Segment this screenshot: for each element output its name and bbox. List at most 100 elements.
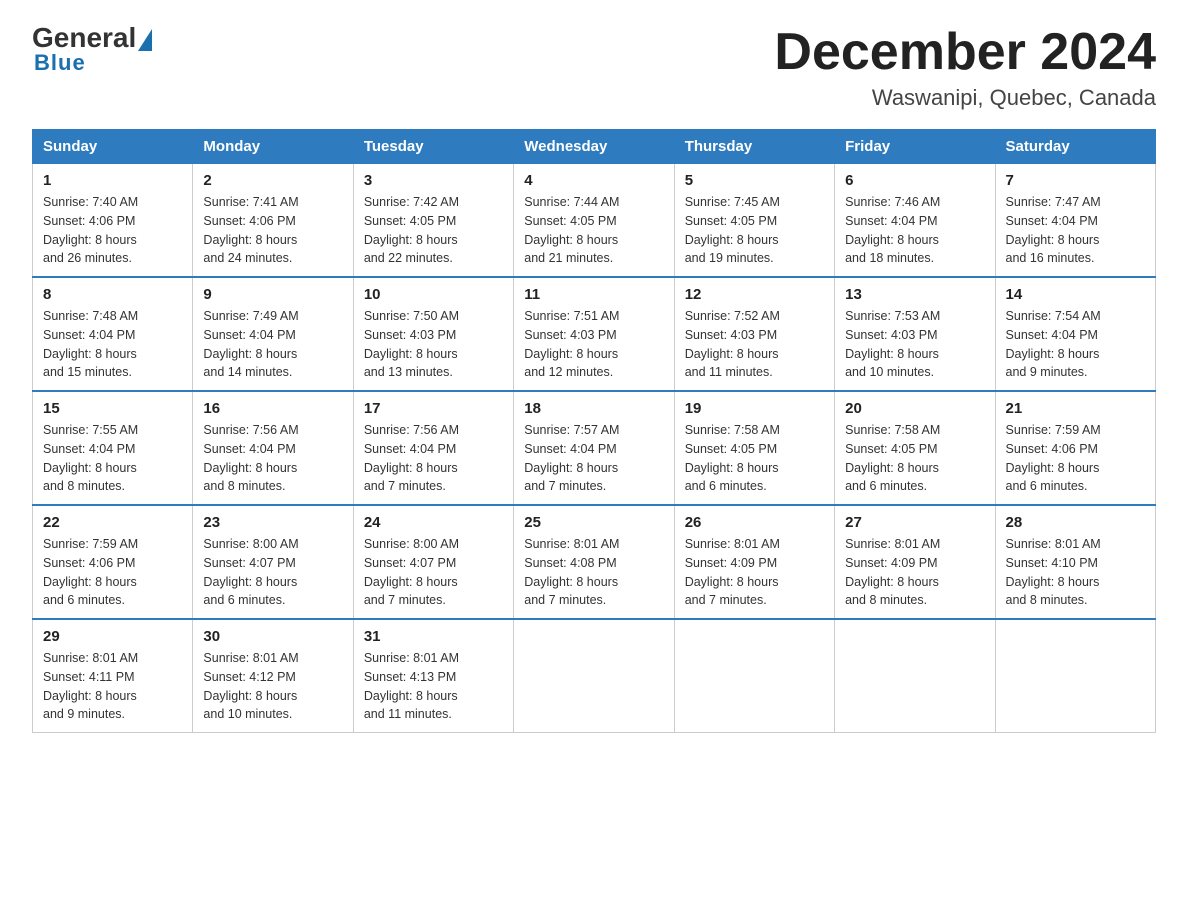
day-info: Sunrise: 8:01 AMSunset: 4:08 PMDaylight:… [524,535,663,610]
header-tuesday: Tuesday [353,130,513,164]
day-number: 24 [364,514,503,531]
day-info: Sunrise: 7:44 AMSunset: 4:05 PMDaylight:… [524,193,663,268]
calendar-week-row: 8 Sunrise: 7:48 AMSunset: 4:04 PMDayligh… [33,277,1156,391]
day-number: 21 [1006,400,1145,417]
logo-blue-text: Blue [32,50,86,76]
day-info: Sunrise: 8:01 AMSunset: 4:09 PMDaylight:… [685,535,824,610]
calendar-cell: 31 Sunrise: 8:01 AMSunset: 4:13 PMDaylig… [353,619,513,733]
day-info: Sunrise: 7:42 AMSunset: 4:05 PMDaylight:… [364,193,503,268]
logo-general-text: General [32,24,136,52]
day-info: Sunrise: 7:51 AMSunset: 4:03 PMDaylight:… [524,307,663,382]
calendar-cell: 11 Sunrise: 7:51 AMSunset: 4:03 PMDaylig… [514,277,674,391]
day-info: Sunrise: 8:01 AMSunset: 4:12 PMDaylight:… [203,649,342,724]
calendar-cell [514,619,674,733]
calendar-cell: 12 Sunrise: 7:52 AMSunset: 4:03 PMDaylig… [674,277,834,391]
calendar-cell: 25 Sunrise: 8:01 AMSunset: 4:08 PMDaylig… [514,505,674,619]
day-info: Sunrise: 8:01 AMSunset: 4:11 PMDaylight:… [43,649,182,724]
logo-triangle-icon [138,29,152,51]
day-number: 28 [1006,514,1145,531]
calendar-cell: 13 Sunrise: 7:53 AMSunset: 4:03 PMDaylig… [835,277,995,391]
calendar-cell: 17 Sunrise: 7:56 AMSunset: 4:04 PMDaylig… [353,391,513,505]
calendar-cell: 29 Sunrise: 8:01 AMSunset: 4:11 PMDaylig… [33,619,193,733]
day-info: Sunrise: 7:56 AMSunset: 4:04 PMDaylight:… [203,421,342,496]
calendar-cell: 18 Sunrise: 7:57 AMSunset: 4:04 PMDaylig… [514,391,674,505]
header-monday: Monday [193,130,353,164]
calendar-cell: 7 Sunrise: 7:47 AMSunset: 4:04 PMDayligh… [995,164,1155,278]
calendar-cell: 14 Sunrise: 7:54 AMSunset: 4:04 PMDaylig… [995,277,1155,391]
calendar-cell: 23 Sunrise: 8:00 AMSunset: 4:07 PMDaylig… [193,505,353,619]
day-number: 11 [524,286,663,303]
day-number: 4 [524,172,663,189]
header-sunday: Sunday [33,130,193,164]
day-info: Sunrise: 7:50 AMSunset: 4:03 PMDaylight:… [364,307,503,382]
calendar-cell: 24 Sunrise: 8:00 AMSunset: 4:07 PMDaylig… [353,505,513,619]
day-number: 31 [364,628,503,645]
day-number: 23 [203,514,342,531]
calendar-cell: 1 Sunrise: 7:40 AMSunset: 4:06 PMDayligh… [33,164,193,278]
day-number: 2 [203,172,342,189]
header-saturday: Saturday [995,130,1155,164]
day-info: Sunrise: 7:41 AMSunset: 4:06 PMDaylight:… [203,193,342,268]
day-info: Sunrise: 7:49 AMSunset: 4:04 PMDaylight:… [203,307,342,382]
day-info: Sunrise: 7:53 AMSunset: 4:03 PMDaylight:… [845,307,984,382]
day-number: 9 [203,286,342,303]
calendar-cell: 10 Sunrise: 7:50 AMSunset: 4:03 PMDaylig… [353,277,513,391]
calendar-cell: 3 Sunrise: 7:42 AMSunset: 4:05 PMDayligh… [353,164,513,278]
calendar-week-row: 1 Sunrise: 7:40 AMSunset: 4:06 PMDayligh… [33,164,1156,278]
calendar-cell: 22 Sunrise: 7:59 AMSunset: 4:06 PMDaylig… [33,505,193,619]
day-info: Sunrise: 7:40 AMSunset: 4:06 PMDaylight:… [43,193,182,268]
calendar-cell: 30 Sunrise: 8:01 AMSunset: 4:12 PMDaylig… [193,619,353,733]
day-info: Sunrise: 7:58 AMSunset: 4:05 PMDaylight:… [685,421,824,496]
calendar-cell: 8 Sunrise: 7:48 AMSunset: 4:04 PMDayligh… [33,277,193,391]
calendar-cell [835,619,995,733]
header-friday: Friday [835,130,995,164]
day-info: Sunrise: 7:54 AMSunset: 4:04 PMDaylight:… [1006,307,1145,382]
calendar-cell [674,619,834,733]
day-number: 5 [685,172,824,189]
day-info: Sunrise: 7:47 AMSunset: 4:04 PMDaylight:… [1006,193,1145,268]
calendar-cell: 19 Sunrise: 7:58 AMSunset: 4:05 PMDaylig… [674,391,834,505]
calendar-cell: 15 Sunrise: 7:55 AMSunset: 4:04 PMDaylig… [33,391,193,505]
calendar-cell: 9 Sunrise: 7:49 AMSunset: 4:04 PMDayligh… [193,277,353,391]
calendar-cell: 26 Sunrise: 8:01 AMSunset: 4:09 PMDaylig… [674,505,834,619]
day-number: 17 [364,400,503,417]
day-number: 1 [43,172,182,189]
day-info: Sunrise: 7:45 AMSunset: 4:05 PMDaylight:… [685,193,824,268]
day-info: Sunrise: 8:00 AMSunset: 4:07 PMDaylight:… [364,535,503,610]
day-number: 13 [845,286,984,303]
calendar-week-row: 29 Sunrise: 8:01 AMSunset: 4:11 PMDaylig… [33,619,1156,733]
calendar-cell: 5 Sunrise: 7:45 AMSunset: 4:05 PMDayligh… [674,164,834,278]
calendar-cell: 6 Sunrise: 7:46 AMSunset: 4:04 PMDayligh… [835,164,995,278]
day-number: 6 [845,172,984,189]
day-number: 26 [685,514,824,531]
day-info: Sunrise: 7:58 AMSunset: 4:05 PMDaylight:… [845,421,984,496]
day-number: 22 [43,514,182,531]
day-number: 12 [685,286,824,303]
calendar-cell: 4 Sunrise: 7:44 AMSunset: 4:05 PMDayligh… [514,164,674,278]
day-info: Sunrise: 7:57 AMSunset: 4:04 PMDaylight:… [524,421,663,496]
day-info: Sunrise: 8:01 AMSunset: 4:10 PMDaylight:… [1006,535,1145,610]
day-info: Sunrise: 7:59 AMSunset: 4:06 PMDaylight:… [1006,421,1145,496]
day-info: Sunrise: 7:56 AMSunset: 4:04 PMDaylight:… [364,421,503,496]
calendar-header-row: SundayMondayTuesdayWednesdayThursdayFrid… [33,130,1156,164]
day-number: 25 [524,514,663,531]
calendar-cell: 21 Sunrise: 7:59 AMSunset: 4:06 PMDaylig… [995,391,1155,505]
calendar-week-row: 15 Sunrise: 7:55 AMSunset: 4:04 PMDaylig… [33,391,1156,505]
day-number: 10 [364,286,503,303]
calendar-cell: 20 Sunrise: 7:58 AMSunset: 4:05 PMDaylig… [835,391,995,505]
day-info: Sunrise: 7:46 AMSunset: 4:04 PMDaylight:… [845,193,984,268]
day-info: Sunrise: 8:01 AMSunset: 4:13 PMDaylight:… [364,649,503,724]
day-number: 3 [364,172,503,189]
day-number: 30 [203,628,342,645]
day-info: Sunrise: 7:59 AMSunset: 4:06 PMDaylight:… [43,535,182,610]
day-number: 20 [845,400,984,417]
month-title: December 2024 [774,24,1156,81]
logo: General Blue [32,24,154,76]
day-number: 29 [43,628,182,645]
header-thursday: Thursday [674,130,834,164]
day-number: 8 [43,286,182,303]
day-number: 15 [43,400,182,417]
calendar-cell [995,619,1155,733]
header-wednesday: Wednesday [514,130,674,164]
day-number: 27 [845,514,984,531]
